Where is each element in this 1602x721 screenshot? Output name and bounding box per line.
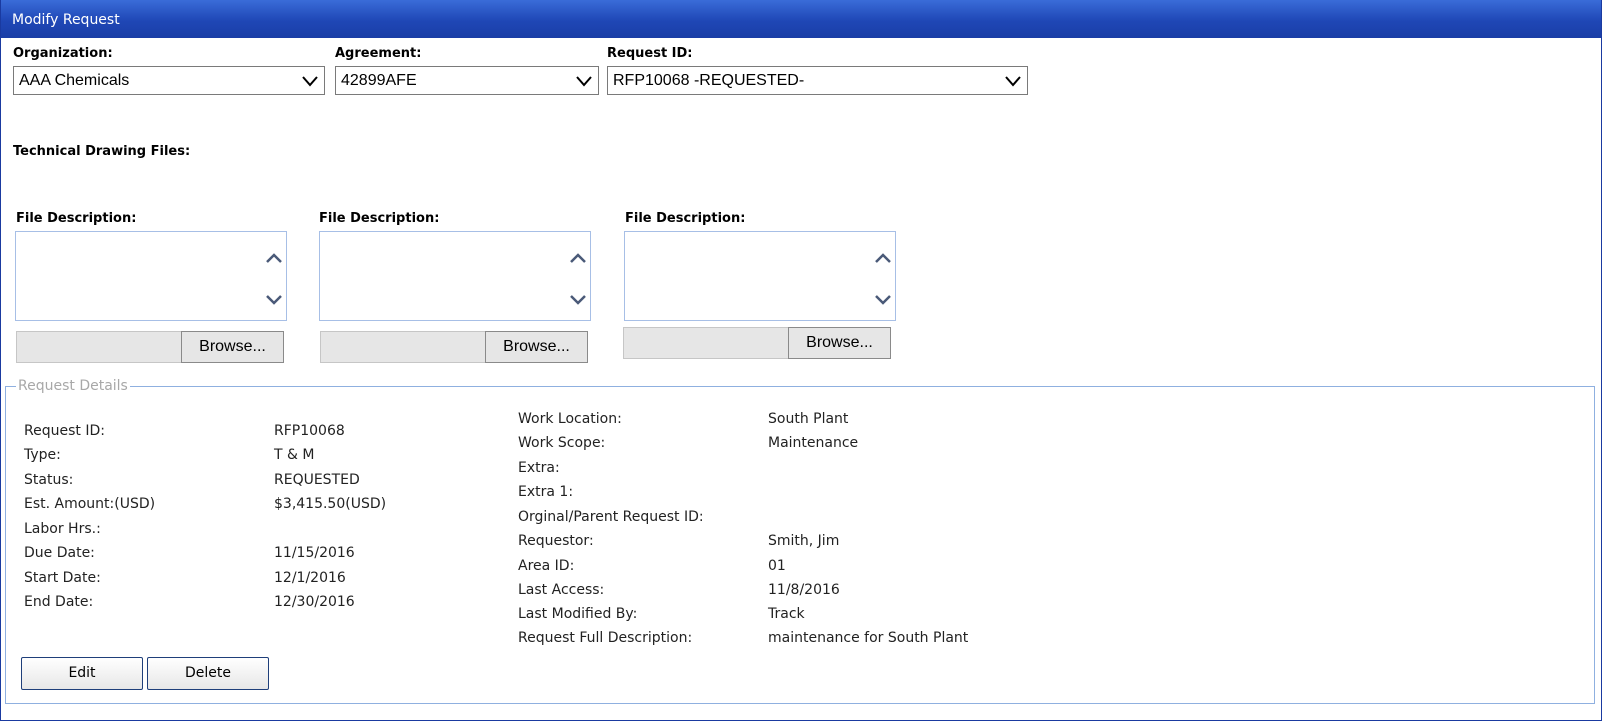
modify-request-window: Modify Request Organization: AAA Chemica… [0,0,1602,721]
file-path-field[interactable] [16,331,182,363]
request-id-label: Request ID: [607,46,693,61]
chevron-down-icon [576,76,592,87]
file-description-label: File Description: [319,211,440,226]
chevron-down-icon [302,76,318,87]
file-path-field[interactable] [623,327,789,359]
detail-value: South Plant [768,411,849,427]
scroll-arrows-icon[interactable] [873,248,893,308]
detail-value: 11/15/2016 [274,545,355,561]
agreement-label: Agreement: [335,46,422,61]
organization-select[interactable]: AAA Chemicals [13,66,325,95]
window-title: Modify Request [1,0,1601,38]
request-id-value: RFP10068 -REQUESTED- [613,72,805,89]
file-description-label: File Description: [16,211,137,226]
detail-label: Last Modified By: [518,606,638,622]
detail-value: Track [768,606,805,622]
detail-label: Work Location: [518,411,622,427]
browse-button[interactable]: Browse... [788,327,891,359]
detail-value: 01 [768,558,786,574]
detail-label: Extra: [518,460,560,476]
detail-label: Est. Amount:(USD) [24,496,156,512]
detail-value: Smith, Jim [768,533,840,549]
organization-value: AAA Chemicals [19,72,130,89]
technical-drawing-files-label: Technical Drawing Files: [13,144,191,159]
detail-label: Labor Hrs.: [24,521,101,537]
detail-value: REQUESTED [274,472,360,488]
detail-label: Status: [24,472,74,488]
detail-label: Start Date: [24,570,101,586]
detail-label: Extra 1: [518,484,574,500]
detail-value: $3,415.50(USD) [274,496,387,512]
request-details-panel: Request Details Request ID: RFP10068 Typ… [5,378,1595,704]
detail-label: Last Access: [518,582,605,598]
detail-label: Orginal/Parent Request ID: [518,509,704,525]
edit-button[interactable]: Edit [21,657,143,690]
scroll-arrows-icon[interactable] [568,248,588,308]
file-path-field[interactable] [320,331,486,363]
detail-value: Maintenance [768,435,859,451]
detail-value: 12/30/2016 [274,594,355,610]
file-description-textarea[interactable] [319,231,591,321]
request-details-legend: Request Details [16,378,130,394]
chevron-down-icon [1005,76,1021,87]
detail-label: Request ID: [24,423,105,439]
delete-button[interactable]: Delete [147,657,269,690]
detail-label: Requestor: [518,533,594,549]
detail-label: Type: [24,447,61,463]
detail-value: 12/1/2016 [274,570,346,586]
browse-button[interactable]: Browse... [181,331,284,363]
file-description-label: File Description: [625,211,746,226]
detail-label: End Date: [24,594,94,610]
agreement-select[interactable]: 42899AFE [335,66,599,95]
detail-label: Area ID: [518,558,575,574]
file-description-textarea[interactable] [624,231,896,321]
detail-value: RFP10068 [274,423,345,439]
detail-value: 11/8/2016 [768,582,840,598]
scroll-arrows-icon[interactable] [264,248,284,308]
detail-value: T & M [274,447,315,463]
agreement-value: 42899AFE [341,72,417,89]
detail-value: maintenance for South Plant [768,630,969,646]
detail-label: Due Date: [24,545,95,561]
browse-button[interactable]: Browse... [485,331,588,363]
request-id-select[interactable]: RFP10068 -REQUESTED- [607,66,1028,95]
organization-label: Organization: [13,46,113,61]
file-description-textarea[interactable] [15,231,287,321]
detail-label: Request Full Description: [518,630,693,646]
detail-label: Work Scope: [518,435,606,451]
